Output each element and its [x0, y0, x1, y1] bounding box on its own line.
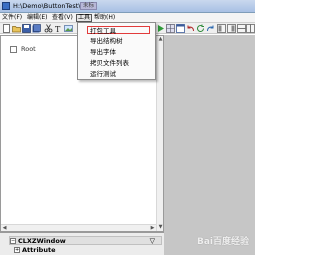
tree-root-label[interactable]: Root [21, 45, 36, 53]
property-group-label: CLXZWindow [18, 237, 66, 245]
menu-file[interactable]: 文件(F) [2, 14, 22, 22]
refresh-icon[interactable] [196, 24, 205, 33]
scroll-up-icon[interactable]: ▲ [157, 36, 164, 43]
watermark: Bai百度经验 [197, 237, 250, 247]
save-icon[interactable] [22, 24, 31, 33]
new-file-icon[interactable] [2, 24, 11, 33]
canvas-area [164, 35, 255, 255]
scroll-right-icon[interactable]: ▶ [149, 225, 156, 232]
menu-help[interactable]: 帮助(H) [94, 14, 115, 22]
undo-icon[interactable] [186, 24, 195, 33]
window-icon[interactable] [176, 24, 185, 33]
split-icon[interactable] [237, 24, 246, 33]
menu-edit[interactable]: 编辑(E) [27, 14, 47, 22]
menu-tools[interactable]: 工具 [76, 14, 93, 22]
svg-text:T: T [55, 25, 61, 33]
expand-icon[interactable]: + [14, 247, 20, 253]
menu-item-export-font[interactable]: 导出字体 [90, 48, 116, 56]
layout-icon[interactable] [217, 24, 226, 33]
property-group-row[interactable]: − CLXZWindow ▽ [9, 236, 162, 245]
menu-item-pack-tool[interactable]: 打包工具 [87, 26, 150, 35]
scroll-left-icon[interactable]: ◀ [1, 225, 8, 232]
window-title: H:\Demo\ButtonTest\ [13, 2, 81, 10]
app-icon [2, 2, 10, 10]
scroll-down-icon[interactable]: ▼ [157, 224, 164, 231]
menu-item-run-test[interactable]: 运行测试 [90, 70, 116, 78]
collapse-icon[interactable]: − [10, 238, 16, 244]
title-tag: 未标 [80, 2, 98, 10]
more-icon[interactable] [246, 24, 255, 33]
menu-item-copy-file-list[interactable]: 拷贝文件列表 [90, 59, 129, 67]
run-icon[interactable] [156, 24, 165, 33]
cut-icon[interactable] [44, 24, 53, 33]
text-tool-icon[interactable]: T [54, 24, 63, 33]
save-all-icon[interactable] [32, 24, 41, 33]
panel-icon[interactable] [227, 24, 236, 33]
horizontal-scrollbar[interactable]: ◀ ▶ [1, 224, 156, 231]
image-icon[interactable] [64, 24, 73, 33]
redo-icon[interactable] [206, 24, 215, 33]
grid-icon[interactable] [166, 24, 175, 33]
open-folder-icon[interactable] [12, 24, 21, 33]
property-subgroup-label: Attribute [22, 246, 56, 254]
vertical-scrollbar[interactable]: ▲ ▼ [156, 36, 163, 231]
menu-view[interactable]: 查看(V) [52, 14, 73, 22]
menu-item-export-tree[interactable]: 导出结构树 [90, 37, 123, 45]
properties-panel: − CLXZWindow ▽ + Attribute [0, 232, 164, 255]
chevron-down-icon[interactable]: ▽ [150, 237, 155, 246]
tools-dropdown-menu: 打包工具 导出结构树 导出字体 拷贝文件列表 运行测试 [77, 22, 156, 80]
title-bar: H:\Demo\ButtonTest\ 未标 [0, 0, 255, 13]
property-subgroup-row[interactable]: + Attribute [14, 246, 162, 255]
tree-node-icon[interactable] [10, 46, 17, 53]
